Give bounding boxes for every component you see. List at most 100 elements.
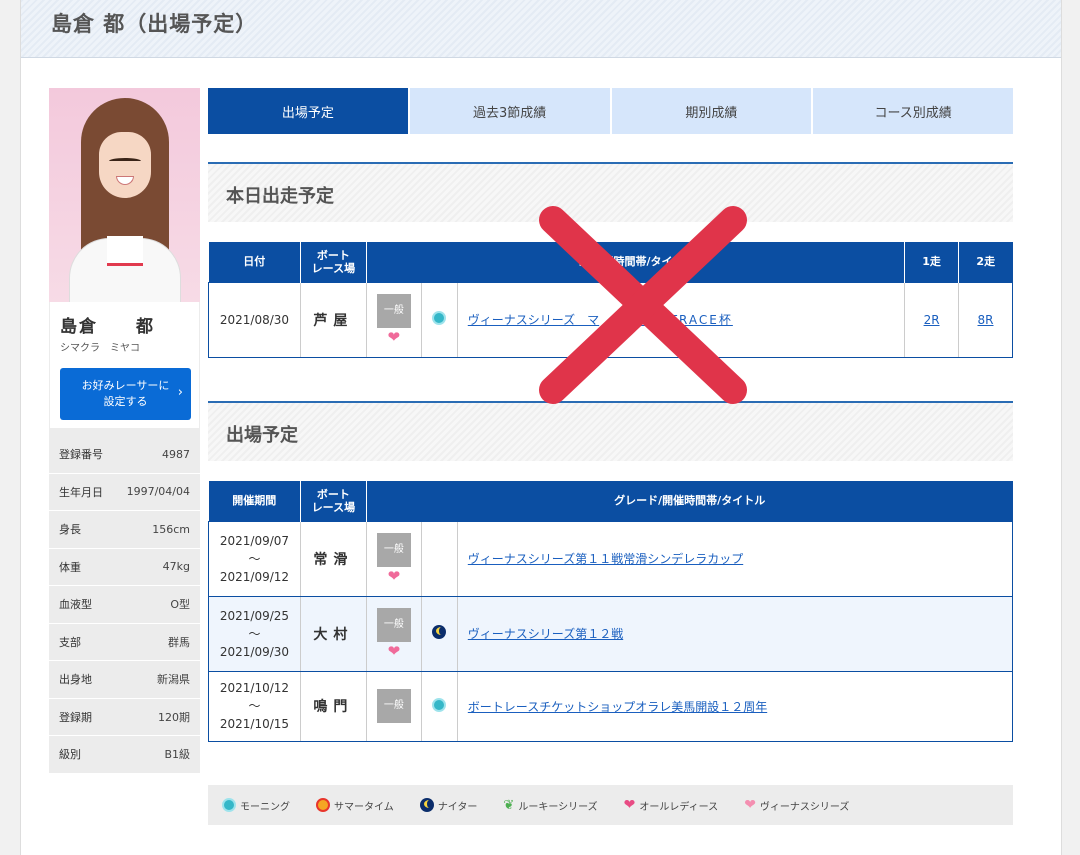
today-section-title: 本日出走予定 bbox=[226, 186, 334, 207]
info-label: 生年月日 bbox=[59, 485, 103, 499]
grade-cell: 一般 bbox=[365, 670, 422, 742]
grade-badge: 一般 bbox=[376, 607, 411, 642]
legend-item-night: ナイター bbox=[419, 798, 478, 813]
tab-term-results[interactable]: 期別成績 bbox=[611, 88, 812, 134]
info-value: 群馬 bbox=[168, 635, 190, 649]
header-venue: ボート レース場 bbox=[300, 481, 367, 521]
grade-badge: 一般 bbox=[376, 293, 411, 328]
racer-kana: シマクラ ミヤコ bbox=[60, 343, 140, 354]
info-row-branch: 支部 群馬 bbox=[49, 624, 200, 661]
header-date: 日付 bbox=[208, 242, 301, 282]
header-venue-line1: ボート bbox=[316, 248, 350, 262]
legend-label: ヴィーナスシリーズ bbox=[759, 801, 850, 813]
info-label: 体重 bbox=[59, 560, 81, 574]
time-cell bbox=[420, 670, 458, 742]
period-sep: ～ bbox=[248, 699, 261, 713]
info-row-blood-type: 血液型 O型 bbox=[49, 586, 200, 624]
morning-icon bbox=[432, 697, 447, 712]
info-row-class: 級別 B1級 bbox=[49, 736, 200, 774]
info-value: 120期 bbox=[158, 710, 190, 724]
info-row-birthdate: 生年月日 1997/04/04 bbox=[49, 474, 200, 511]
info-row-term: 登録期 120期 bbox=[49, 699, 200, 736]
info-value: B1級 bbox=[164, 748, 190, 762]
racer-name-box: 島倉 都 シマクラ ミヤコ お好みレーサーに 設定する › bbox=[49, 302, 200, 428]
venue-name: 鳴門 bbox=[299, 670, 367, 742]
legend-item-rookie: ❦ ルーキーシリーズ bbox=[503, 798, 597, 813]
race-title-link[interactable]: ヴィーナスシリーズ マ BOATRACE杯 bbox=[456, 281, 905, 358]
race-title-part1[interactable]: ヴィーナスシリーズ マ bbox=[468, 313, 599, 327]
legend-item-all-ladies: ❤ オールレディース bbox=[624, 797, 719, 813]
header-venue-line1: ボート bbox=[316, 487, 350, 501]
period-end: 2021/09/30 bbox=[219, 644, 290, 659]
racer-tabs: 出場予定 過去3節成績 期別成績 コース別成績 bbox=[208, 88, 1013, 134]
tab-course-results[interactable]: コース別成績 bbox=[813, 88, 1013, 134]
header-venue: ボート レース場 bbox=[300, 242, 367, 282]
tab-schedule[interactable]: 出場予定 bbox=[208, 88, 408, 134]
morning-icon bbox=[222, 798, 236, 812]
period-start: 2021/10/12 bbox=[219, 681, 290, 695]
race1-link[interactable]: 2R bbox=[924, 313, 940, 327]
info-label: 身長 bbox=[59, 523, 81, 537]
info-row-weight: 体重 47kg bbox=[49, 549, 200, 586]
venue-name: 芦屋 bbox=[299, 281, 367, 358]
period-cell: 2021/09/25 ～ 2021/09/30 bbox=[208, 595, 301, 672]
header-race1: 1走 bbox=[904, 242, 960, 282]
grade-badge: 一般 bbox=[376, 689, 411, 723]
grade-cell: 一般 ❤ bbox=[365, 520, 422, 597]
period-start: 2021/09/07 bbox=[219, 533, 290, 548]
info-value: 156cm bbox=[152, 522, 190, 536]
info-value: 新潟県 bbox=[157, 673, 190, 687]
info-row-registration: 登録番号 4987 bbox=[49, 436, 200, 474]
info-value: 47kg bbox=[162, 560, 190, 574]
info-row-hometown: 出身地 新潟県 bbox=[49, 661, 200, 699]
info-label: 級別 bbox=[59, 748, 81, 762]
today-table: 日付 ボート レース場 ド/開催時間帯/タイトル 1走 2走 2021/08/30… bbox=[208, 242, 1013, 358]
page-title: 島倉 都（出場予定） bbox=[51, 12, 258, 36]
race2-link[interactable]: 8R bbox=[978, 313, 994, 327]
racer-photo bbox=[49, 88, 200, 302]
grade-cell: 一般 ❤ bbox=[365, 595, 422, 672]
rookie-leaf-icon: ❦ bbox=[503, 797, 515, 813]
venue-name: 大村 bbox=[299, 595, 367, 672]
time-cell bbox=[420, 595, 458, 672]
time-cell bbox=[420, 520, 458, 597]
period-end: 2021/10/15 bbox=[219, 717, 290, 731]
chevron-right-icon: › bbox=[177, 385, 183, 400]
race-date: 2021/08/30 bbox=[208, 281, 301, 358]
header-venue-line2: レース場 bbox=[311, 261, 356, 275]
schedule-section-header: 出場予定 bbox=[208, 401, 1013, 461]
info-label: 登録番号 bbox=[59, 448, 103, 462]
info-value: O型 bbox=[170, 598, 190, 612]
legend-label: ナイター bbox=[437, 801, 478, 813]
racer-name: 島倉 都 bbox=[60, 317, 155, 337]
table-row: 2021/09/07 ～ 2021/09/12 常滑 一般 ❤ ヴィーナスシリーズ第１… bbox=[208, 520, 1014, 597]
tab-past-3-results[interactable]: 過去3節成績 bbox=[409, 88, 610, 134]
race-title-part2[interactable]: BOATRACE杯 bbox=[639, 313, 733, 327]
race-title-link[interactable]: ヴィーナスシリーズ第１１戦常滑シンデレラカップ bbox=[456, 520, 1014, 597]
summer-time-icon bbox=[316, 798, 330, 812]
venus-heart-icon: ❤ bbox=[387, 327, 401, 346]
racer-info-list: 登録番号 4987 生年月日 1997/04/04 身長 156cm 体重 47kg 血… bbox=[49, 436, 200, 774]
race-title-link[interactable]: ヴィーナスシリーズ第１２戦 bbox=[456, 595, 1014, 672]
info-label: 血液型 bbox=[59, 598, 92, 612]
race2-cell: 8R bbox=[958, 281, 1013, 358]
info-label: 登録期 bbox=[59, 710, 92, 724]
info-value: 1997/04/04 bbox=[126, 485, 190, 499]
info-label: 出身地 bbox=[59, 673, 92, 687]
night-icon bbox=[419, 798, 434, 812]
set-favorite-racer-button[interactable]: お好みレーサーに 設定する › bbox=[60, 368, 191, 420]
legend-label: ルーキーシリーズ bbox=[518, 801, 598, 813]
period-start: 2021/09/25 bbox=[219, 608, 290, 623]
legend-item-venus: ❤ ヴィーナスシリーズ bbox=[744, 797, 849, 813]
grade-cell: 一般 ❤ bbox=[365, 281, 422, 358]
header-grade-title: グレード/開催時間帯/タイトル bbox=[366, 481, 1013, 521]
race-title-link[interactable]: ボートレースチケットショップオラレ美馬開設１２周年 bbox=[456, 670, 1014, 742]
venus-heart-icon: ❤ bbox=[744, 797, 756, 813]
table-row: 2021/10/12 ～ 2021/10/15 鳴門 一般 ボートレースチケットショ… bbox=[208, 670, 1014, 742]
period-sep: ～ bbox=[248, 626, 261, 641]
legend-item-summer: サマータイム bbox=[316, 798, 394, 813]
header-period: 開催期間 bbox=[208, 481, 301, 521]
table-row: 2021/08/30 芦屋 一般 ❤ ヴィーナスシリーズ マ BOATRACE杯 … bbox=[208, 281, 1013, 358]
table-row: 2021/09/25 ～ 2021/09/30 大村 一般 ❤ ヴィーナスシリーズ第１… bbox=[208, 595, 1014, 672]
info-row-height: 身長 156cm bbox=[49, 511, 200, 549]
